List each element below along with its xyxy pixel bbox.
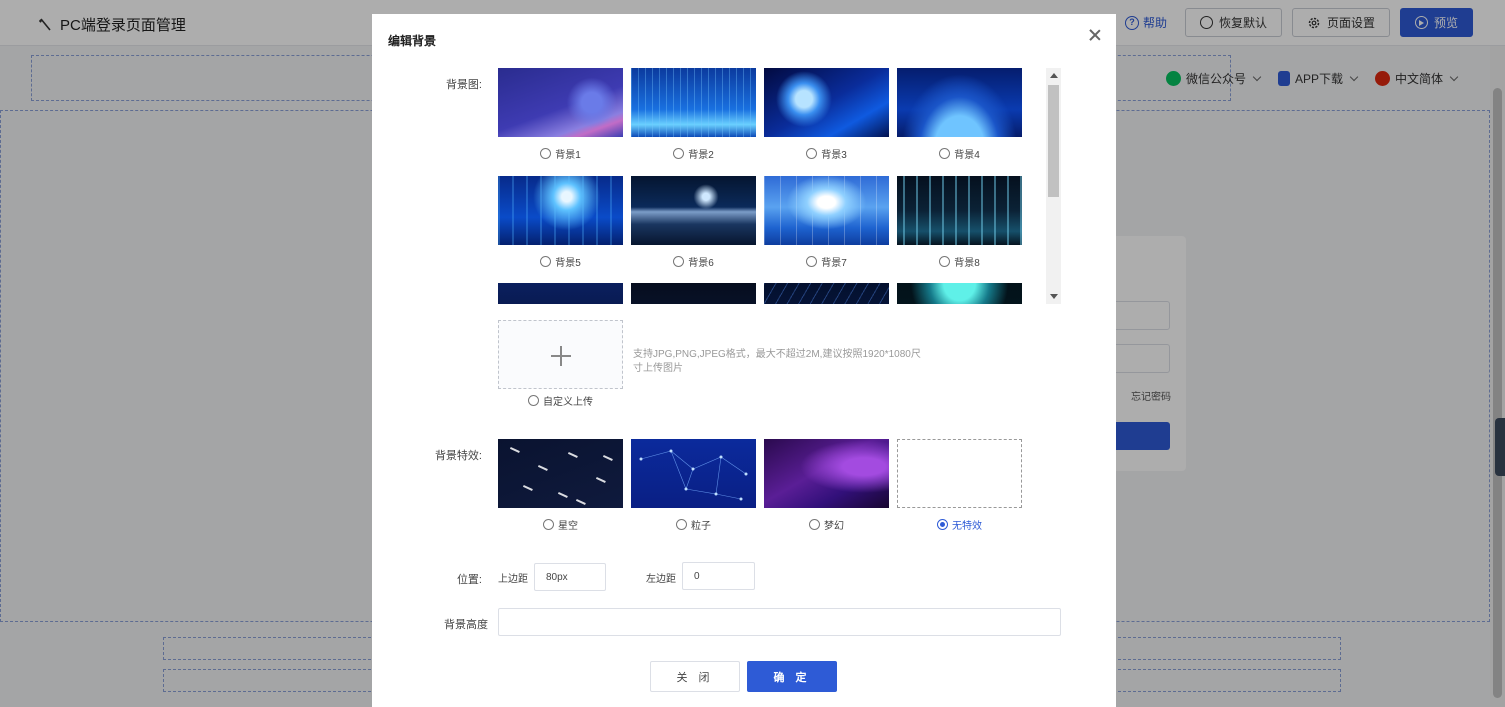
upload-area[interactable] (498, 320, 623, 389)
background-radio[interactable]: 背景5 (498, 254, 623, 269)
effect-thumbnail[interactable] (631, 439, 756, 508)
custom-upload-radio[interactable]: 自定义上传 (498, 393, 623, 408)
background-label: 背景7 (821, 258, 847, 269)
radio-icon[interactable] (540, 256, 552, 267)
background-radio[interactable]: 背景8 (897, 254, 1022, 269)
background-thumbnail[interactable] (498, 68, 623, 137)
bg-height-input[interactable] (498, 608, 1061, 636)
effect-radio[interactable]: 无特效 (897, 517, 1022, 532)
background-option-2[interactable]: 背景2 (631, 68, 756, 161)
background-label: 背景1 (555, 150, 581, 161)
background-label: 背景4 (954, 150, 980, 161)
bg-height-label: 背景高度 (444, 619, 488, 631)
radio-icon[interactable] (673, 148, 685, 159)
background-option-1[interactable]: 背景1 (498, 68, 623, 161)
background-gallery: 背景1 背景2 背景3 背景4 背景5 背景6 背景7 背景8 (498, 68, 1061, 304)
background-option-4[interactable]: 背景4 (897, 68, 1022, 161)
background-thumbnail[interactable] (897, 176, 1022, 245)
effect-option-dreamy[interactable]: 梦幻 (764, 439, 889, 532)
gallery-scrollbar-thumb[interactable] (1048, 85, 1059, 197)
radio-icon[interactable] (543, 519, 554, 530)
background-thumbnail[interactable] (631, 283, 756, 304)
background-option-11[interactable] (764, 283, 889, 304)
effect-radio[interactable]: 梦幻 (764, 517, 889, 532)
background-option-10[interactable] (631, 283, 756, 304)
bg-image-label: 背景图: (445, 79, 482, 91)
scroll-up-arrow-icon[interactable] (1050, 73, 1058, 78)
edit-background-modal: 编辑背景 背景图: 背景1 背景2 背景3 背景4 背景5 背景6 背景7 背景… (372, 14, 1116, 707)
scroll-down-arrow-icon[interactable] (1050, 294, 1058, 299)
background-label: 背景2 (688, 150, 714, 161)
effect-radio[interactable]: 粒子 (631, 517, 756, 532)
effect-radio[interactable]: 星空 (498, 517, 623, 532)
background-label: 背景5 (555, 258, 581, 269)
effect-thumbnail[interactable] (764, 439, 889, 508)
effects-gallery: 星空 粒子 梦幻 无特效 (498, 439, 1058, 539)
background-thumbnail[interactable] (764, 283, 889, 304)
close-icon[interactable] (1088, 28, 1102, 42)
background-radio[interactable]: 背景7 (764, 254, 889, 269)
background-option-5[interactable]: 背景5 (498, 176, 623, 269)
radio-icon[interactable] (806, 256, 818, 267)
radio-icon[interactable] (540, 148, 552, 159)
radio-checked-icon[interactable] (937, 519, 948, 530)
effect-label: 梦幻 (824, 521, 844, 532)
radio-icon[interactable] (939, 148, 951, 159)
effect-thumbnail[interactable] (498, 439, 623, 508)
effect-label: 粒子 (691, 521, 711, 532)
effect-label: 星空 (558, 521, 578, 532)
background-thumbnail[interactable] (764, 176, 889, 245)
radio-icon[interactable] (528, 395, 539, 406)
radio-icon[interactable] (806, 148, 818, 159)
radio-icon[interactable] (676, 519, 687, 530)
background-label: 背景3 (821, 150, 847, 161)
background-radio[interactable]: 背景6 (631, 254, 756, 269)
background-option-6[interactable]: 背景6 (631, 176, 756, 269)
effect-label: 无特效 (952, 521, 982, 532)
position-label: 位置: (456, 574, 482, 586)
confirm-button[interactable]: 确 定 (747, 661, 837, 692)
top-margin-label: 上边距 (498, 574, 528, 585)
background-thumbnail[interactable] (764, 68, 889, 137)
top-margin-input[interactable]: 80px (534, 563, 606, 591)
left-margin-label: 左边距 (646, 574, 676, 585)
effect-option-none[interactable]: 无特效 (897, 439, 1022, 532)
background-option-8[interactable]: 背景8 (897, 176, 1022, 269)
left-margin-input[interactable]: 0 (682, 562, 755, 590)
background-radio[interactable]: 背景2 (631, 146, 756, 161)
background-option-7[interactable]: 背景7 (764, 176, 889, 269)
radio-icon[interactable] (673, 256, 685, 267)
effect-thumbnail[interactable] (897, 439, 1022, 508)
custom-upload-option[interactable]: 自定义上传 (498, 393, 623, 408)
particles-graphic (639, 449, 748, 501)
modal-title: 编辑背景 (388, 34, 437, 48)
background-label: 背景6 (688, 258, 714, 269)
close-button[interactable]: 关 闭 (650, 661, 740, 692)
custom-upload-label: 自定义上传 (543, 397, 593, 408)
background-label: 背景8 (954, 258, 980, 269)
background-thumbnail[interactable] (498, 176, 623, 245)
gallery-scrollbar[interactable] (1046, 68, 1061, 304)
effects-label: 背景特效: (434, 450, 482, 462)
background-thumbnail[interactable] (631, 176, 756, 245)
background-thumbnail[interactable] (498, 283, 623, 304)
background-option-9[interactable] (498, 283, 623, 304)
effect-option-starry[interactable]: 星空 (498, 439, 623, 532)
radio-icon[interactable] (939, 256, 951, 267)
background-radio[interactable]: 背景4 (897, 146, 1022, 161)
background-radio[interactable]: 背景1 (498, 146, 623, 161)
background-option-12[interactable] (897, 283, 1022, 304)
background-radio[interactable]: 背景3 (764, 146, 889, 161)
radio-icon[interactable] (809, 519, 820, 530)
background-thumbnail[interactable] (897, 68, 1022, 137)
effect-option-particles[interactable]: 粒子 (631, 439, 756, 532)
background-thumbnail[interactable] (897, 283, 1022, 304)
background-option-3[interactable]: 背景3 (764, 68, 889, 161)
upload-hint: 支持JPG,PNG,JPEG格式，最大不超过2M,建议按照1920*1080尺寸… (633, 349, 921, 374)
background-thumbnail[interactable] (631, 68, 756, 137)
